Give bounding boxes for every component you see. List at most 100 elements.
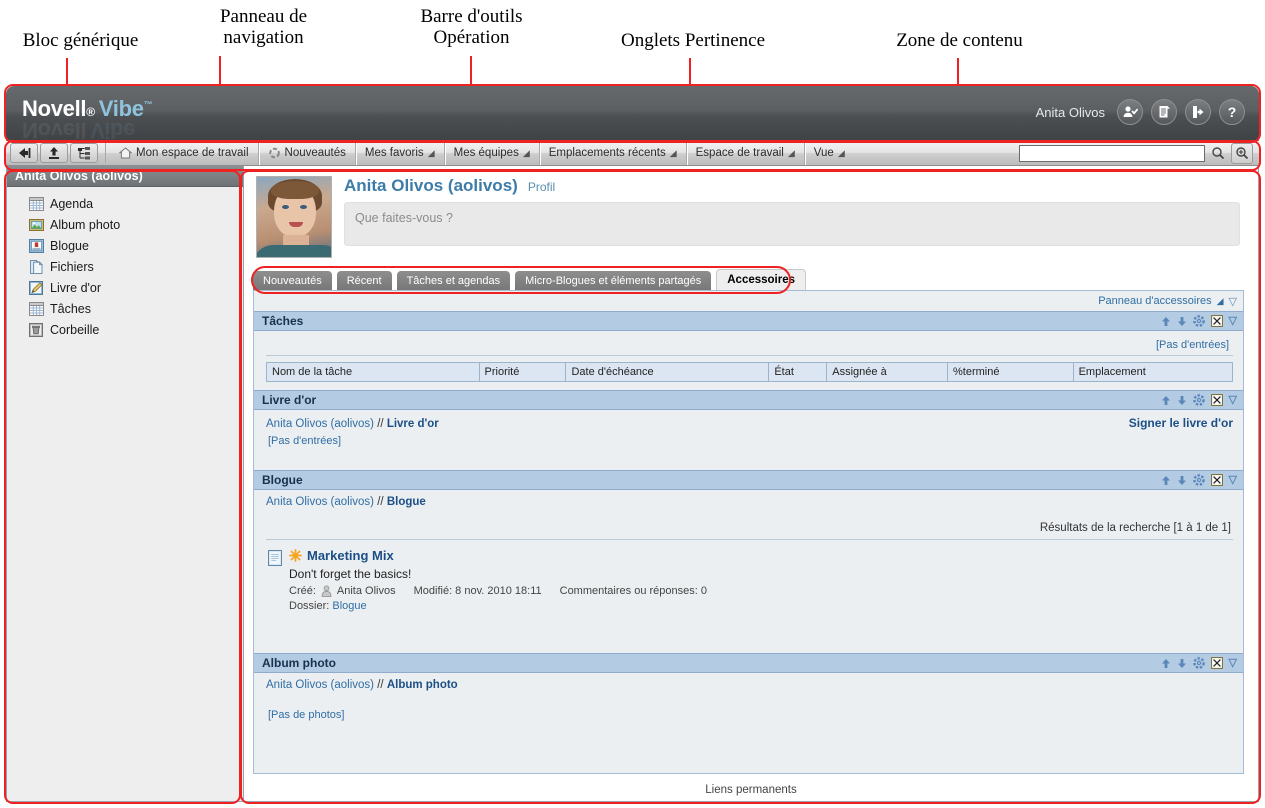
sidebar-item-label: Blogue [50,238,89,253]
content-area: Anita Olivos (aolivos) Profil Que faites… [244,166,1259,802]
chevron-down-icon[interactable]: ◢ [670,148,677,159]
move-up-icon[interactable] [1161,658,1171,669]
toolbar-item-label: Mon espace de travail [136,147,249,159]
chevron-down-icon[interactable]: ◢ [523,148,530,159]
tab-nouveautes[interactable]: Nouveautés [253,271,332,290]
move-down-icon[interactable] [1177,658,1187,669]
collapse-caret-icon[interactable]: ▽ [1229,295,1237,308]
guestbook-no-entries: [Pas d'entrées] [268,435,342,447]
accessory-panel-link[interactable]: Panneau d'accessoires [1098,295,1211,307]
sidebar-item-label: Corbeille [50,322,100,337]
sidebar-item-tasks[interactable]: Tâches [29,298,243,319]
application-window: Novell® Vibe™ Novell Vibe Anita Olivos ?… [6,86,1259,802]
toolbar-item-workspace[interactable]: Espace de travail ◢ [687,141,805,165]
callout-navigation-panel-label: Panneau de navigation [219,6,308,49]
table-header-row: Nom de la tâche Priorité Date d'échéance… [266,362,1234,382]
tasks-table: Nom de la tâche Priorité Date d'échéance… [266,362,1234,382]
back-arrow-icon[interactable] [10,143,38,163]
close-x-icon[interactable] [1210,394,1223,406]
profile-link[interactable]: Profil [528,180,555,194]
logout-icon[interactable] [1185,99,1211,125]
column-percent-complete: %terminé [947,362,1074,382]
sidebar-item-files[interactable]: Fichiers [29,256,243,277]
brand-registered-mark: ® [86,105,95,119]
move-down-icon[interactable] [1177,395,1187,406]
close-x-icon[interactable] [1210,657,1223,669]
toolbar-item-my-workspace[interactable]: Mon espace de travail [110,141,259,165]
magnifier-plus-icon[interactable] [1231,142,1253,164]
chevron-down-icon[interactable]: ◢ [788,148,795,159]
folder-link[interactable]: Blogue [332,600,366,612]
list-item-title[interactable]: Marketing Mix [307,548,394,563]
tab-micro-blogues[interactable]: Micro-Blogues et éléments partagés [515,271,712,290]
sign-guestbook-link[interactable]: Signer le livre d'or [1129,416,1233,430]
toolbar-item-recent-places[interactable]: Emplacements récents ◢ [540,141,687,165]
move-down-icon[interactable] [1177,475,1187,486]
help-icon[interactable]: ? [1219,99,1245,125]
move-up-icon[interactable] [1161,475,1171,486]
brand-vibe: Vibe [98,96,144,121]
profile-details: Anita Olivos (aolivos) Profil Que faites… [344,176,1258,258]
toolbar-item-label: Mes équipes [453,147,519,159]
column-location: Emplacement [1072,362,1234,382]
permalinks-link[interactable]: Liens permanents [244,784,1258,796]
chevron-down-icon[interactable]: ◢ [838,148,845,159]
sidebar-item-agenda[interactable]: Agenda [29,193,243,214]
portlet-header: Livre d'or ▽ [254,390,1243,410]
sidebar-item-photo-album[interactable]: Album photo [29,214,243,235]
configure-gear-icon[interactable] [1192,474,1205,486]
move-down-icon[interactable] [1177,316,1187,327]
tab-accessoires[interactable]: Accessoires [716,269,807,290]
sidebar-item-label: Fichiers [50,259,94,274]
search-input[interactable] [1019,144,1205,162]
avatar[interactable] [256,176,332,258]
toolbar-item-my-favorites[interactable]: Mes favoris ◢ [356,141,445,165]
created-by[interactable]: Anita Olivos [337,585,396,597]
portlet-actions: ▽ [1161,315,1237,327]
accessory-panel-toolbar: Panneau d'accessoires ◢ ▽ [254,291,1243,311]
status-input[interactable]: Que faites-vous ? [344,202,1240,246]
upload-icon[interactable] [40,143,68,163]
tab-taches-et-agendas[interactable]: Tâches et agendas [396,271,511,290]
application-body: Anita Olivos (aolivos) Agenda Album phot… [6,166,1259,802]
breadcrumb-separator: // [377,418,384,430]
close-x-icon[interactable] [1210,474,1223,486]
breadcrumb-owner[interactable]: Anita Olivos (aolivos) [266,496,374,508]
user-check-icon[interactable] [1117,99,1143,125]
move-up-icon[interactable] [1161,316,1171,327]
brand-logo: Novell® Vibe™ [22,96,153,122]
toolbar-item-label: Emplacements récents [548,147,666,159]
chevron-down-icon[interactable]: ◢ [428,148,435,159]
calendar-icon [29,196,44,211]
toolbar-item-view[interactable]: Vue ◢ [805,141,854,165]
close-x-icon[interactable] [1210,315,1223,327]
photo-album-icon [29,218,44,232]
toolbar-item-whats-new[interactable]: Nouveautés [259,141,356,165]
portlet-photo-album: Album photo ▽ Anita Olivos (aolivos) // … [254,653,1243,735]
created-label: Créé: [289,585,316,597]
breadcrumb-current[interactable]: Blogue [387,496,426,508]
sidebar-item-guestbook[interactable]: Livre d'or [29,277,243,298]
photo-album-no-photos: [Pas de photos] [268,709,345,721]
tree-icon[interactable] [70,143,98,163]
sidebar-item-trash[interactable]: Corbeille [29,319,243,340]
breadcrumb-owner[interactable]: Anita Olivos (aolivos) [266,679,374,691]
configure-gear-icon[interactable] [1192,315,1205,327]
configure-gear-icon[interactable] [1192,394,1205,406]
relevance-tabs: Nouveautés Récent Tâches et agendas Micr… [253,269,1258,290]
brand-trademark-mark: ™ [143,99,153,110]
breadcrumb-current[interactable]: Livre d'or [387,418,439,430]
configure-gear-icon[interactable] [1192,657,1205,669]
tab-recent[interactable]: Récent [336,271,392,290]
portlet-actions: ▽ [1161,657,1237,669]
breadcrumb-current[interactable]: Album photo [387,679,458,691]
sidebar-item-blog[interactable]: Blogue [29,235,243,256]
modified-date: Modifié: 8 nov. 2010 18:11 [413,585,542,597]
magnifier-icon[interactable] [1207,143,1229,164]
portlet-guestbook: Livre d'or ▽ Anita Olivos (aolivos) // L… [254,390,1243,470]
clipboard-icon[interactable] [1151,99,1177,125]
move-up-icon[interactable] [1161,395,1171,406]
toolbar-item-my-teams[interactable]: Mes équipes ◢ [445,141,540,165]
chevron-down-icon[interactable]: ◢ [1217,296,1224,307]
breadcrumb-owner[interactable]: Anita Olivos (aolivos) [266,418,374,430]
